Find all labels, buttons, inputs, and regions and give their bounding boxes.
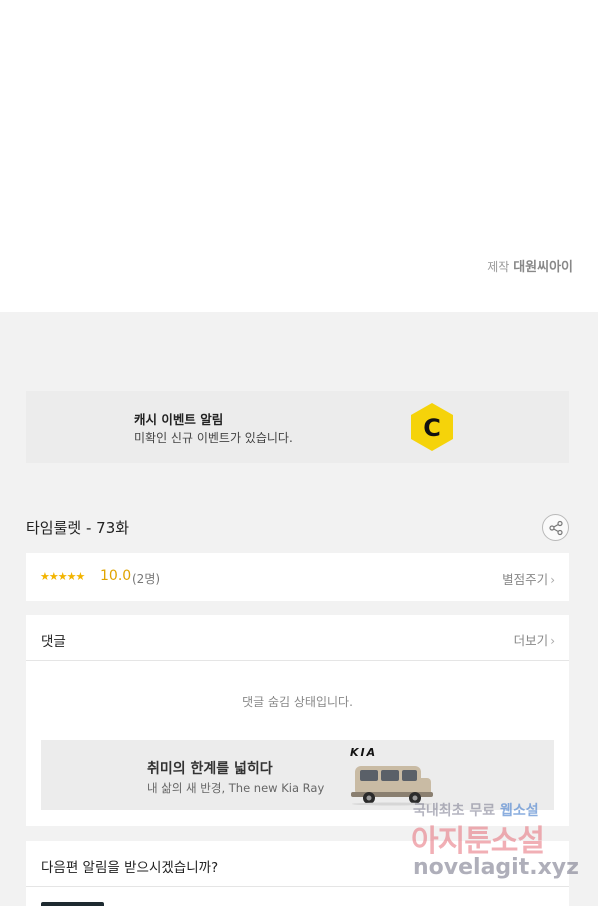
watermark: 국내최초 무료 웹소설 아지툰소설 novelagit.xyz (411, 800, 581, 890)
cash-logo-letter: C (423, 414, 441, 442)
comments-title: 댓글 (41, 634, 66, 650)
credit-label: 제작 (487, 260, 510, 274)
cash-event-title: 캐시 이벤트 알림 (134, 412, 224, 427)
comments-more-label: 더보기 (513, 633, 549, 648)
next-episode-thumbnail[interactable] (41, 902, 104, 906)
rating-count: (2명) (132, 572, 161, 586)
share-button[interactable] (542, 514, 569, 541)
chevron-right-icon: › (550, 573, 555, 587)
notify-title: 다음편 알림을 받으시겠습니까? (41, 860, 219, 876)
cash-logo-icon: C (411, 403, 453, 451)
divider (26, 660, 569, 661)
watermark-line3: novelagit.xyz (413, 855, 579, 880)
watermark-line2: 아지툰소설 (411, 824, 545, 859)
share-icon (549, 520, 563, 536)
rating-card: ★★★★★ 10.0 (2명) 별점주기 › (26, 553, 569, 601)
ad-brand-logo: KIA (350, 746, 378, 759)
chevron-right-icon: › (550, 634, 555, 648)
cash-event-subtitle: 미확인 신규 이벤트가 있습니다. (134, 431, 293, 445)
episode-title: 타임룰렛 - 73화 (26, 519, 130, 537)
ad-headline: 취미의 한계를 넓히다 (147, 761, 273, 777)
comments-card: 댓글 더보기 › 댓글 숨김 상태입니다. 취미의 한계를 넓히다 내 삶의 새 … (26, 615, 569, 826)
rating-score: 10.0 (100, 568, 132, 584)
comments-hidden-notice: 댓글 숨김 상태입니다. (242, 695, 353, 709)
rating-stars: ★★★★★ (40, 570, 85, 583)
credit-studio: 대원씨아이 (513, 260, 573, 275)
comments-more-button[interactable]: 더보기 › (514, 630, 555, 649)
rate-button[interactable]: 별점주기 › (502, 569, 555, 588)
rate-button-label: 별점주기 (502, 572, 549, 587)
cash-event-banner[interactable]: 캐시 이벤트 알림 미확인 신규 이벤트가 있습니다. C (26, 391, 569, 463)
content-end-area: 제작 대원씨아이 (0, 0, 598, 312)
ad-subline: 내 삶의 새 반경, The new Kia Ray (147, 781, 325, 795)
production-credit: 제작 대원씨아이 (487, 256, 573, 275)
